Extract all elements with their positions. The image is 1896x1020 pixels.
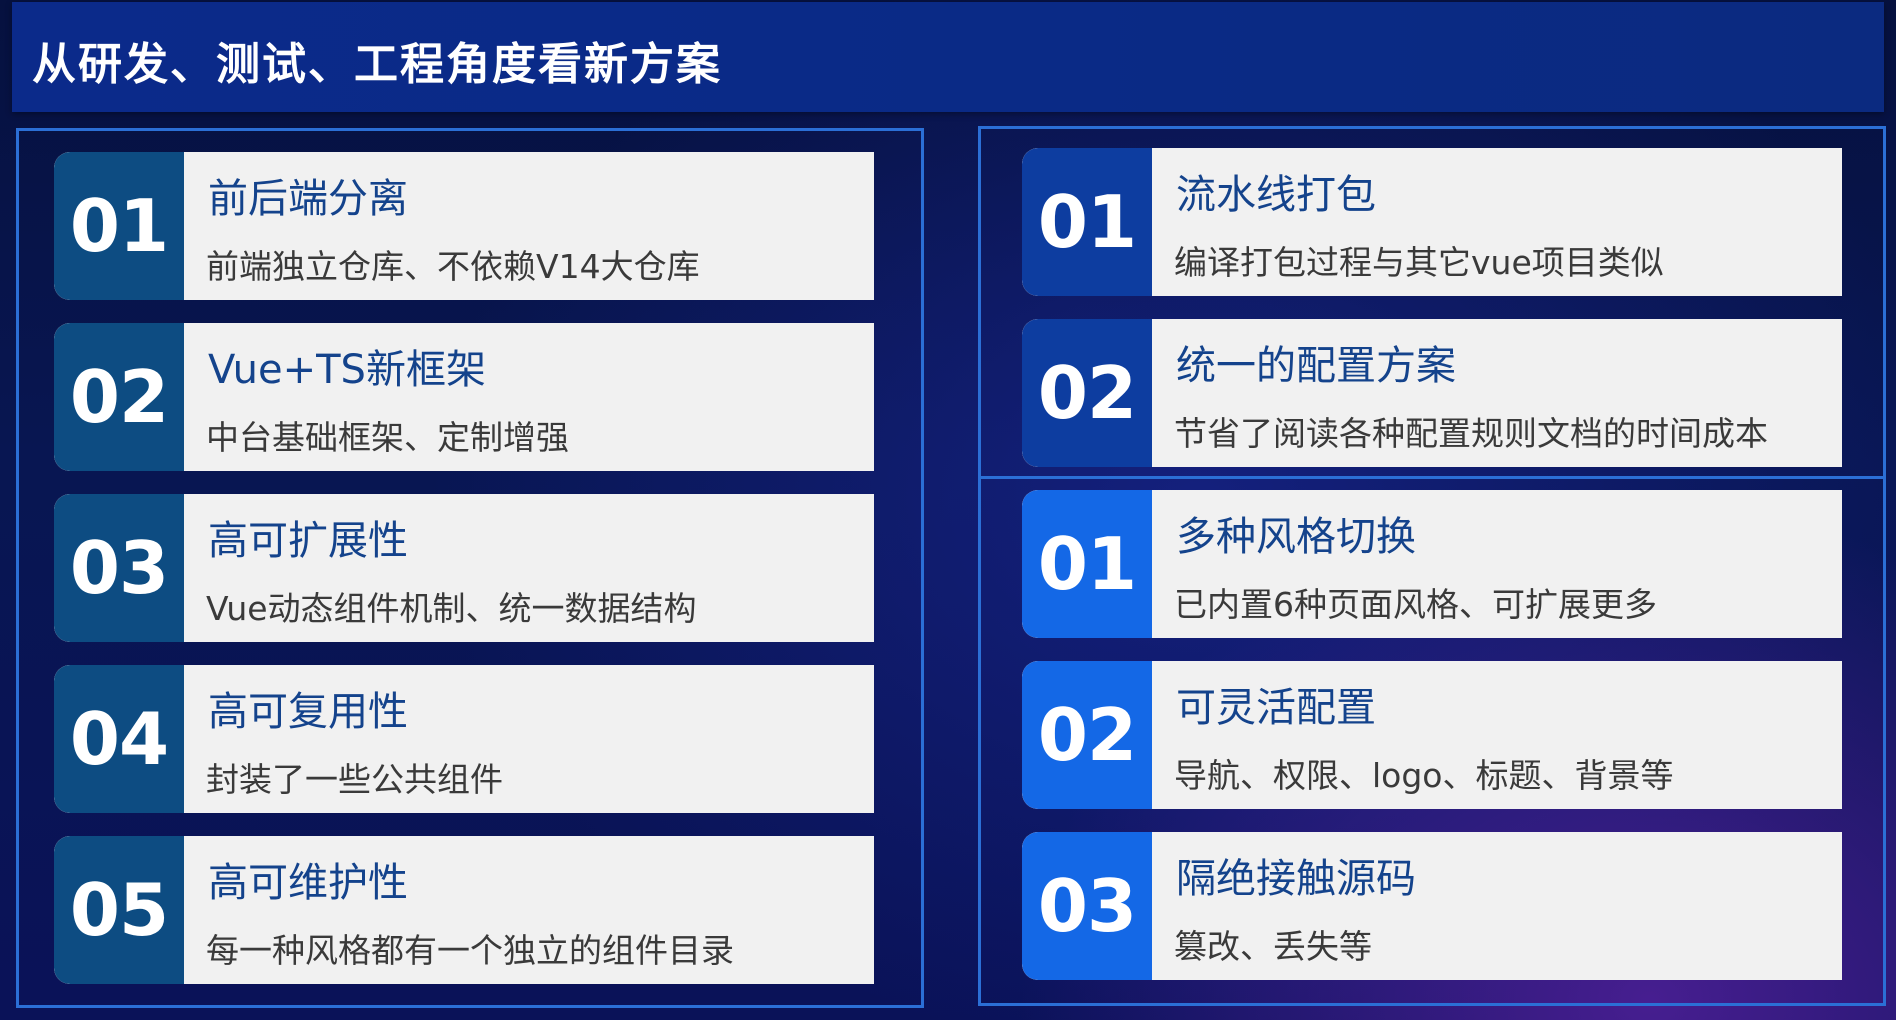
card-heading: 高可维护性 [208, 860, 408, 906]
card-heading: 统一的配置方案 [1176, 343, 1456, 389]
card-number: 03 [54, 494, 184, 642]
right-panel-divider [978, 476, 1886, 479]
feature-card: 01 流水线打包 编译打包过程与其它vue项目类似 [1022, 148, 1842, 296]
card-description: Vue动态组件机制、统一数据结构 [206, 589, 697, 628]
card-heading: 流水线打包 [1176, 172, 1376, 218]
card-number: 01 [1022, 490, 1152, 638]
card-heading: 高可复用性 [208, 689, 408, 735]
page-title: 从研发、测试、工程角度看新方案 [32, 39, 722, 90]
card-number: 02 [1022, 661, 1152, 809]
feature-card: 01 多种风格切换 已内置6种页面风格、可扩展更多 [1022, 490, 1842, 638]
card-heading: 可灵活配置 [1176, 685, 1376, 731]
feature-card: 05 高可维护性 每一种风格都有一个独立的组件目录 [54, 836, 874, 984]
card-number: 05 [54, 836, 184, 984]
card-heading: Vue+TS新框架 [208, 347, 486, 393]
card-description: 封装了一些公共组件 [206, 760, 503, 799]
card-description: 中台基础框架、定制增强 [206, 418, 569, 457]
card-heading: 隔绝接触源码 [1176, 856, 1416, 902]
feature-card: 04 高可复用性 封装了一些公共组件 [54, 665, 874, 813]
card-description: 导航、权限、logo、标题、背景等 [1174, 756, 1674, 795]
card-description: 编译打包过程与其它vue项目类似 [1174, 243, 1664, 282]
feature-card: 01 前后端分离 前端独立仓库、不依赖V14大仓库 [54, 152, 874, 300]
card-number: 01 [54, 152, 184, 300]
title-bar: 从研发、测试、工程角度看新方案 [12, 2, 1884, 112]
card-number: 04 [54, 665, 184, 813]
feature-card: 02 Vue+TS新框架 中台基础框架、定制增强 [54, 323, 874, 471]
card-number: 03 [1022, 832, 1152, 980]
feature-card: 02 可灵活配置 导航、权限、logo、标题、背景等 [1022, 661, 1842, 809]
card-number: 02 [54, 323, 184, 471]
card-heading: 多种风格切换 [1176, 514, 1416, 560]
feature-card: 02 统一的配置方案 节省了阅读各种配置规则文档的时间成本 [1022, 319, 1842, 467]
card-number: 01 [1022, 148, 1152, 296]
card-heading: 高可扩展性 [208, 518, 408, 564]
feature-card: 03 隔绝接触源码 篡改、丢失等 [1022, 832, 1842, 980]
card-description: 已内置6种页面风格、可扩展更多 [1174, 585, 1657, 624]
card-description: 节省了阅读各种配置规则文档的时间成本 [1174, 414, 1768, 453]
card-description: 前端独立仓库、不依赖V14大仓库 [206, 247, 700, 286]
card-number: 02 [1022, 319, 1152, 467]
card-description: 篡改、丢失等 [1174, 927, 1372, 966]
feature-card: 03 高可扩展性 Vue动态组件机制、统一数据结构 [54, 494, 874, 642]
card-heading: 前后端分离 [208, 176, 408, 222]
card-description: 每一种风格都有一个独立的组件目录 [206, 931, 734, 970]
